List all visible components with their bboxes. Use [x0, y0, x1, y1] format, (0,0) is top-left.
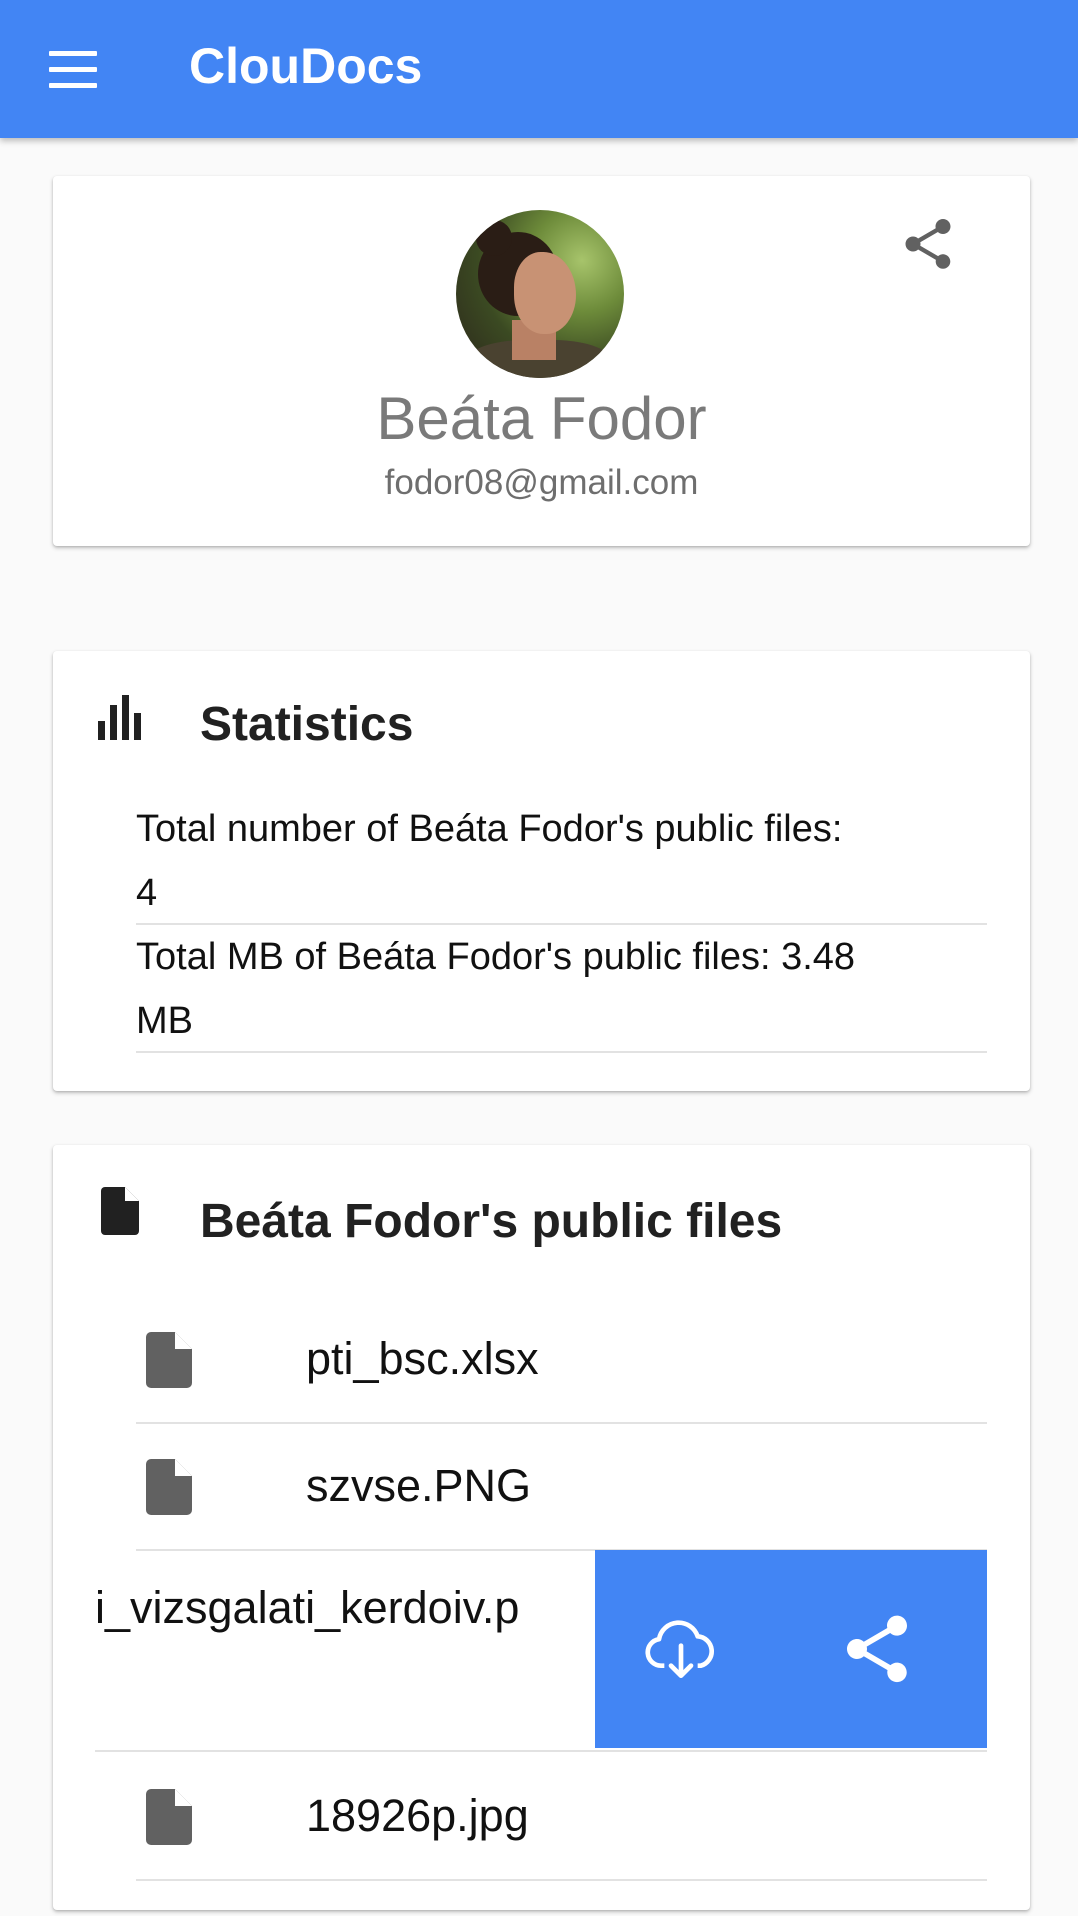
menu-icon[interactable]	[30, 29, 120, 109]
app-bar: ClouDocs	[0, 0, 1078, 138]
file-icon	[146, 1789, 192, 1845]
download-cloud-icon[interactable]	[641, 1609, 721, 1689]
stat-total-mb: Total MB of Beáta Fodor's public files: …	[136, 925, 987, 1053]
file-list-item[interactable]: pti_bsc.xlsx	[136, 1295, 987, 1424]
public-files-title: Beáta Fodor's public files	[200, 1195, 783, 1248]
public-files-card: Beáta Fodor's public files pti_bsc.xlsx …	[53, 1145, 1030, 1910]
file-name: 18926p.jpg	[306, 1790, 529, 1841]
file-icon	[101, 1187, 139, 1240]
file-name: szvse.PNG	[306, 1460, 532, 1511]
share-icon[interactable]	[837, 1609, 917, 1689]
statistics-card: Statistics Total number of Beáta Fodor's…	[53, 651, 1030, 1091]
file-list-item-swiped[interactable]: i_vizsgalati_kerdoiv.p	[95, 1550, 987, 1752]
file-name: pti_bsc.xlsx	[306, 1333, 539, 1384]
avatar	[456, 210, 624, 378]
profile-card: Beáta Fodor fodor08@gmail.com	[53, 176, 1030, 546]
statistics-title: Statistics	[200, 698, 414, 751]
stat-total-files: Total number of Beáta Fodor's public fil…	[136, 797, 987, 925]
profile-name: Beáta Fodor	[376, 385, 707, 452]
file-name: i_vizsgalati_kerdoiv.p	[95, 1582, 520, 1633]
share-icon[interactable]	[898, 214, 958, 274]
app-title: ClouDocs	[189, 38, 423, 94]
file-icon	[146, 1459, 192, 1515]
file-icon	[146, 1332, 192, 1388]
swipe-action-panel	[595, 1550, 987, 1748]
file-list-item[interactable]: szvse.PNG	[136, 1422, 987, 1551]
profile-email: fodor08@gmail.com	[384, 463, 699, 502]
file-list-item[interactable]: 18926p.jpg	[136, 1752, 987, 1881]
bar-chart-icon	[97, 693, 143, 746]
